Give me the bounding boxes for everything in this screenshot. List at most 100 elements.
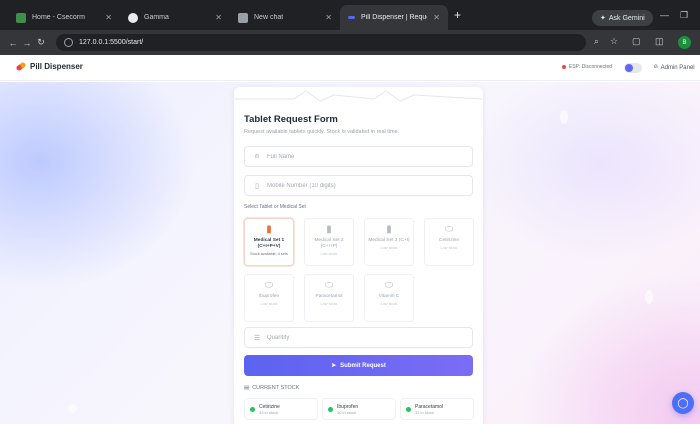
tile-stock: Low stock	[320, 302, 338, 306]
phone-icon: ▯	[255, 182, 259, 190]
pill-favicon-icon	[348, 16, 355, 19]
close-icon[interactable]: ✕	[105, 13, 112, 22]
submit-request-button[interactable]: ➤ Submit Request	[244, 355, 473, 376]
browser-tab-pill-dispenser[interactable]: Pill Dispenser | Request Tablet ✕	[340, 5, 448, 30]
admin-label: Admin Panel	[660, 64, 695, 71]
close-icon[interactable]: ✕	[325, 13, 332, 22]
tablet-request-card: Tablet Request Form Request available ta…	[234, 87, 483, 424]
background-decoration	[560, 110, 568, 124]
pill-logo-icon	[15, 61, 27, 72]
form-subtitle: Request available tablets quickly. Stock…	[244, 129, 400, 135]
stock-header-label: CURRENT STOCK	[252, 385, 300, 391]
search-icon[interactable]: ⌕	[594, 36, 599, 47]
chat-favicon-icon	[238, 12, 248, 23]
tile-name: Medical Set 1 (C+I+P+V)	[253, 238, 285, 249]
browser-tab-new-chat[interactable]: New chat ✕	[230, 5, 340, 30]
stock-dot-icon	[328, 406, 333, 412]
box-icon: ▮	[326, 224, 332, 235]
stock-count: 33 in stock	[259, 409, 279, 415]
pill-icon: ⬭	[264, 280, 274, 291]
tile-name: Ibuprofen	[258, 294, 280, 299]
address-bar[interactable]: 127.0.0.1:5500/start/	[56, 34, 586, 51]
gemini-label: Ask Gemini	[608, 14, 645, 22]
extensions-icon[interactable]: ▢	[632, 36, 641, 47]
tile-name: Medical Set 2 (C+I+P)	[314, 238, 344, 249]
user-icon: ⍝	[654, 64, 658, 70]
pill-icon: ⬭	[444, 224, 454, 235]
stock-item-ibuprofen: Ibuprofen 30 in stock	[322, 398, 396, 420]
tile-stock: Low stock	[320, 252, 338, 256]
url-text: 127.0.0.1:5500/start/	[79, 39, 144, 46]
status-dot-icon	[562, 65, 566, 69]
new-tab-button[interactable]: +	[454, 9, 461, 21]
background-decoration	[68, 404, 77, 413]
back-icon[interactable]: ←	[6, 38, 20, 48]
box-icon: ▮	[266, 224, 272, 235]
tile-name: Cetirizine	[439, 238, 459, 243]
theme-toggle[interactable]	[624, 63, 642, 73]
tile-paracetamol[interactable]: ⬭ Paracetamol Low stock	[304, 274, 354, 322]
sparkle-icon: ✦	[600, 15, 606, 22]
tab-title: Home - Csecorm	[32, 14, 85, 21]
tab-title: Gamma	[144, 14, 169, 21]
user-icon: ⍝	[254, 152, 260, 160]
current-stock-header: ▤ CURRENT STOCK	[244, 385, 299, 391]
tile-cetirizine[interactable]: ⬭ Cetirizine Low stock	[424, 218, 474, 266]
reload-icon[interactable]: ↻	[34, 37, 48, 48]
tile-stock: Low stock	[380, 246, 398, 250]
browser-tab-home[interactable]: Home - Csecorm ✕	[8, 5, 120, 30]
chat-bubble-icon: ◯	[677, 397, 689, 409]
tile-medical-set-3[interactable]: ▮ Medical Set 3 (C+I) Low stock	[364, 218, 414, 266]
tile-medical-set-1[interactable]: ▮ Medical Set 1 (C+I+P+V) Stock availabl…	[244, 218, 294, 266]
list-icon: ☰	[253, 334, 261, 342]
mobile-number-input[interactable]	[267, 182, 457, 189]
tile-medical-set-2[interactable]: ▮ Medical Set 2 (C+I+P) Low stock	[304, 218, 354, 266]
quantity-field[interactable]: ☰	[244, 327, 473, 348]
quantity-input[interactable]	[267, 334, 457, 341]
stock-dot-icon	[250, 406, 255, 412]
restore-icon[interactable]: ❐	[680, 10, 688, 21]
forward-icon[interactable]: →	[20, 38, 34, 48]
submit-label: Submit Request	[340, 362, 386, 369]
sidepanel-icon[interactable]: ◫	[655, 36, 664, 47]
gamma-favicon-icon	[128, 12, 138, 23]
tile-name: Medical Set 3 (C+I)	[368, 238, 410, 243]
tile-stock: Low stock	[380, 302, 398, 306]
chat-bubble-button[interactable]: ◯	[672, 392, 694, 414]
profile-avatar[interactable]: B	[678, 36, 691, 49]
bookmark-star-icon[interactable]: ☆	[610, 36, 618, 47]
admin-panel-link[interactable]: ⍝ Admin Panel	[654, 64, 695, 71]
full-name-field[interactable]: ⍝	[244, 146, 473, 167]
pill-icon: ⬭	[324, 280, 334, 291]
app-header: Pill Dispenser ESP: Disconnected ⍝ Admin…	[0, 55, 700, 81]
stock-item-paracetamol: Paracetamol 33 in stock	[400, 398, 474, 420]
status-text: ESP: Disconnected	[569, 64, 613, 70]
tile-stock: Low stock	[440, 246, 458, 250]
tile-name: Paracetamol	[315, 294, 343, 299]
tile-vitamin-c[interactable]: ⬭ Vitamin C Low stock	[364, 274, 414, 322]
send-icon: ➤	[331, 363, 337, 369]
minimize-icon[interactable]: —	[660, 10, 669, 20]
toggle-knob	[625, 64, 633, 72]
brand[interactable]: Pill Dispenser	[15, 61, 83, 72]
stock-dot-icon	[406, 406, 411, 412]
background-decoration	[645, 290, 653, 304]
form-title: Tablet Request Form	[244, 114, 338, 125]
pill-icon: ⬭	[384, 280, 394, 291]
tile-ibuprofen[interactable]: ⬭ Ibuprofen Low stock	[244, 274, 294, 322]
tab-title: New chat	[254, 14, 284, 21]
ask-gemini-button[interactable]: ✦ Ask Gemini	[592, 10, 653, 26]
site-info-icon[interactable]	[64, 38, 73, 47]
brand-name: Pill Dispenser	[30, 62, 83, 71]
home-favicon-icon	[16, 12, 26, 23]
inventory-icon: ▤	[244, 385, 250, 391]
close-icon[interactable]: ✕	[433, 13, 440, 22]
full-name-input[interactable]	[267, 153, 457, 160]
browser-tab-gamma[interactable]: Gamma ✕	[120, 5, 230, 30]
tile-stock: Low stock	[260, 302, 278, 306]
tile-stock: Stock available: 4 sets	[250, 252, 288, 256]
mobile-number-field[interactable]: ▯	[244, 175, 473, 196]
tile-name: Vitamin C	[378, 294, 400, 299]
close-icon[interactable]: ✕	[215, 13, 222, 22]
card-wave-decoration	[234, 90, 483, 102]
